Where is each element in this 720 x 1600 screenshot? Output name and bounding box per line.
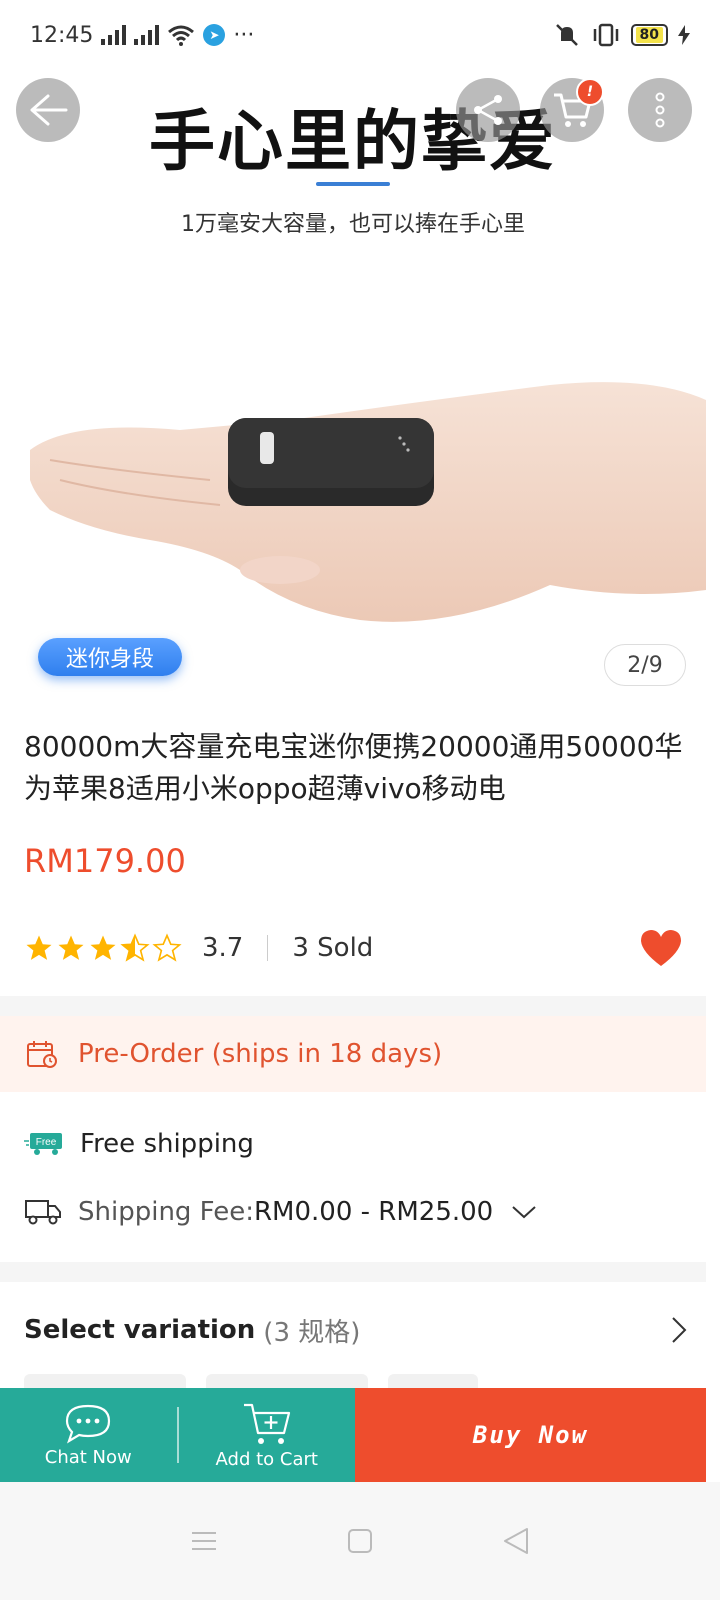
chat-now-button[interactable]: Chat Now — [0, 1388, 177, 1482]
clock: 12:45 — [30, 22, 94, 48]
free-shipping-icon: Free — [24, 1133, 62, 1155]
menu-icon[interactable] — [191, 1530, 217, 1552]
product-title: 80000m大容量充电宝迷你便携20000通用50000华为苹果8适用小米opp… — [24, 730, 683, 805]
more-notifications-icon: ··· — [233, 22, 255, 48]
signal-icon — [101, 25, 127, 45]
mute-vibrate-icon — [555, 24, 578, 46]
image-subline: 1万毫安大容量，也可以捧在手心里 — [181, 212, 525, 237]
system-navigation-bar — [0, 1482, 720, 1600]
more-vertical-icon — [655, 92, 665, 128]
product-price: RM179.00 — [24, 842, 186, 880]
variation-title: Select variation — [24, 1315, 256, 1345]
telegram-icon: ➤ — [203, 24, 226, 46]
action-bar: Chat Now Add to Cart Buy Now — [0, 1388, 706, 1482]
chevron-down-icon[interactable] — [511, 1204, 537, 1220]
arrow-left-icon — [30, 94, 68, 126]
variation-count: (3 规格) — [263, 1317, 361, 1348]
rating-value: 3.7 — [202, 933, 244, 963]
star-half-icon — [120, 933, 150, 962]
more-options-button[interactable] — [628, 78, 692, 142]
buy-now-button[interactable]: Buy Now — [355, 1388, 706, 1482]
rating-row: 3.7 3 Sold — [24, 928, 684, 968]
rating-separator — [267, 935, 269, 961]
share-button[interactable] — [456, 78, 520, 142]
calendar-clock-icon — [27, 1041, 57, 1068]
home-icon[interactable] — [347, 1528, 373, 1554]
truck-icon — [25, 1200, 61, 1225]
cart-count-badge: ! — [576, 78, 604, 106]
chat-icon — [66, 1404, 111, 1443]
star-full-icon — [90, 935, 116, 960]
share-icon — [474, 95, 502, 125]
battery-icon: 80 — [630, 24, 668, 46]
shipping-fee-value: RM0.00 - RM25.00 — [253, 1197, 494, 1227]
charging-icon — [678, 25, 690, 45]
section-gap — [0, 996, 706, 1016]
select-variation-row[interactable]: Select variation (3 规格) — [24, 1308, 688, 1352]
image-divider — [316, 182, 390, 186]
free-shipping-label: Free shipping — [80, 1129, 254, 1159]
vibrate-icon — [593, 23, 618, 47]
back-nav-icon[interactable] — [503, 1527, 529, 1555]
chevron-right-icon — [672, 1317, 687, 1343]
preorder-text: Pre-Order (ships in 18 days) — [78, 1039, 443, 1069]
rating-stars — [24, 933, 182, 963]
chat-now-label: Chat Now — [44, 1446, 132, 1468]
shipping-fee-row[interactable]: Shipping Fee: RM0.00 - RM25.00 — [24, 1192, 537, 1232]
free-shipping-row: Free Free shipping — [24, 1124, 254, 1164]
status-bar: 12:45 ➤ ··· 80 — [0, 0, 720, 70]
section-gap — [0, 1262, 706, 1282]
back-button[interactable] — [16, 78, 80, 142]
image-pager: 2/9 — [604, 644, 686, 686]
add-to-cart-label: Add to Cart — [215, 1448, 318, 1470]
product-photo — [30, 382, 706, 622]
add-to-cart-icon — [243, 1403, 290, 1444]
wifi-icon — [168, 25, 195, 46]
star-full-icon — [58, 935, 84, 960]
star-empty-icon — [152, 933, 182, 962]
heart-icon[interactable] — [638, 928, 684, 968]
star-full-icon — [26, 935, 52, 960]
image-badge: 迷你身段 — [38, 638, 183, 676]
sold-count: 3 Sold — [292, 933, 374, 963]
svg-text:Free: Free — [36, 1137, 57, 1148]
shipping-fee-label: Shipping Fee: — [78, 1197, 254, 1227]
preorder-banner: Pre-Order (ships in 18 days) — [0, 1016, 706, 1092]
add-to-cart-button[interactable]: Add to Cart — [179, 1388, 356, 1482]
signal-icon-2 — [134, 25, 160, 45]
